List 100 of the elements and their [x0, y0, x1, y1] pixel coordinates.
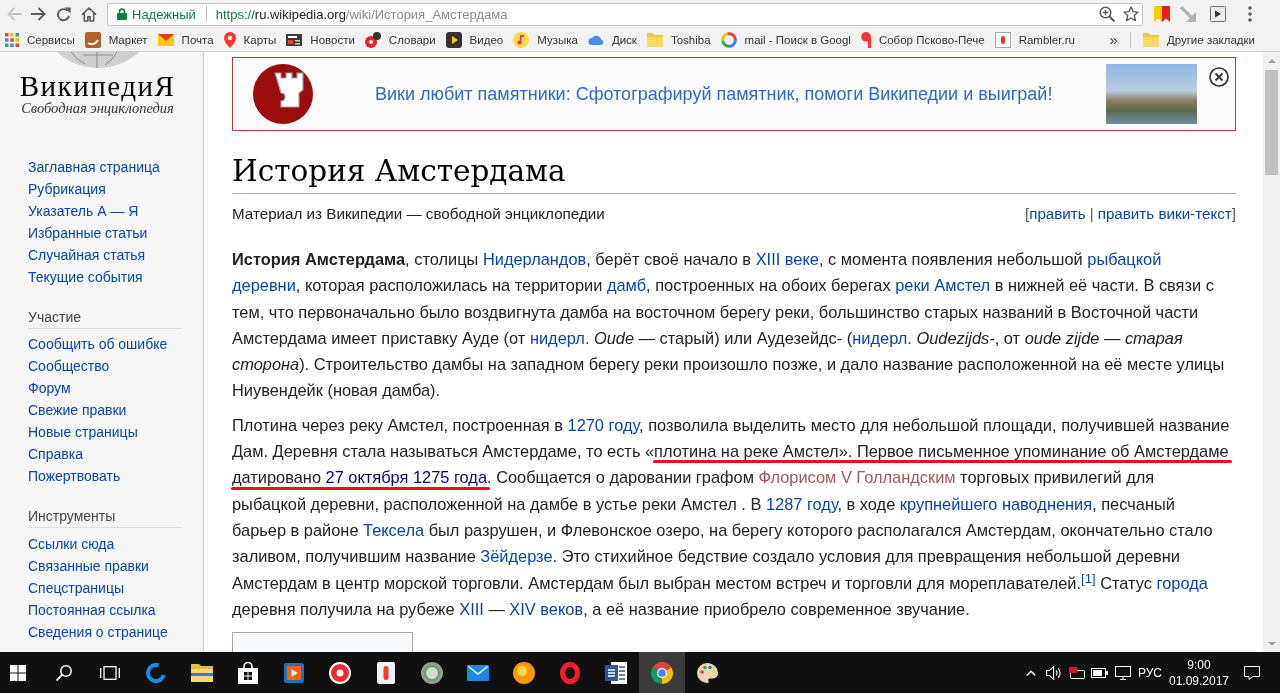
- close-icon[interactable]: [1209, 67, 1229, 87]
- sidebar-link[interactable]: Избранные статьи: [28, 222, 148, 244]
- home-icon: [80, 6, 97, 22]
- menu-icon[interactable]: [1248, 6, 1252, 22]
- windows-logo-icon: [10, 664, 26, 681]
- bookmarks-overflow-button[interactable]: »: [1103, 28, 1124, 51]
- article-link[interactable]: XIV веков: [509, 599, 584, 618]
- search-icon: [56, 664, 72, 681]
- sidebar-link[interactable]: Пожертвовать: [28, 465, 121, 487]
- article-link[interactable]: Флорисом V Голландским: [758, 468, 956, 487]
- article-link[interactable]: дамб: [606, 276, 647, 295]
- bookmark-item[interactable]: Новости: [281, 28, 360, 51]
- close-bracket: ]: [1231, 204, 1236, 224]
- bookmark-folder[interactable]: Другие закладки: [1137, 28, 1260, 51]
- sidebar-link[interactable]: Свежие правки: [28, 399, 127, 421]
- article-link[interactable]: нидерл.: [852, 328, 912, 347]
- sidebar-link[interactable]: Форум: [28, 377, 71, 399]
- sidebar-link[interactable]: Спецстраницы: [28, 577, 124, 599]
- bookmark-item[interactable]: Карты: [218, 28, 282, 51]
- round-browser-icon: [651, 661, 673, 684]
- browser-icon: [146, 662, 166, 683]
- envelope-icon: [467, 664, 489, 681]
- article-link[interactable]: XIII: [459, 599, 484, 618]
- task-view-icon: [100, 665, 120, 680]
- banner-link[interactable]: Вики любит памятники: Сфотографируй памятник, помоги Википедии и выиграй!: [375, 83, 1053, 105]
- palette-icon: [697, 662, 719, 683]
- article-link[interactable]: города: [1156, 573, 1208, 592]
- bookmark-item[interactable]: Маркет: [79, 28, 153, 51]
- site-favicon-icon: [994, 31, 1011, 48]
- taskbar-app-button[interactable]: [639, 652, 685, 693]
- article-link[interactable]: реки Амстел: [895, 276, 991, 295]
- document-app-icon: [605, 661, 627, 684]
- star-icon[interactable]: [1123, 6, 1139, 22]
- address-field[interactable]: Надежный https://ru.wikipedia.org/wiki/История_Амстердама: [107, 2, 1143, 26]
- edit-link[interactable]: править: [1029, 203, 1086, 225]
- bookmark-item[interactable]: Музыка: [508, 28, 583, 51]
- sun-app-icon: [513, 661, 535, 684]
- language-indicator[interactable]: РУС: [1134, 652, 1166, 693]
- sidebar-link[interactable]: Связанные правки: [28, 555, 149, 577]
- page-title: История Амстердама: [232, 151, 1236, 194]
- tile-favicon-icon: [84, 31, 101, 48]
- sidebar-link[interactable]: Новые страницы: [28, 421, 138, 443]
- ring-logo-icon: [720, 31, 737, 48]
- shopping-bag-icon: [238, 661, 258, 684]
- monitor-icon[interactable]: [1114, 665, 1131, 680]
- bookmark-item[interactable]: Почта: [152, 28, 219, 51]
- page-subtitle: Материал из Википедии — свободной энциклопедии: [232, 204, 605, 224]
- bookmark-item[interactable]: Сервисы: [0, 28, 80, 51]
- speaker-icon[interactable]: [1045, 665, 1062, 680]
- sidebar-link[interactable]: Текущие события: [28, 266, 143, 288]
- sidebar-link[interactable]: Указатель А — Я: [28, 200, 139, 222]
- bookmark-item[interactable]: Видео: [440, 28, 509, 51]
- article-link[interactable]: деревни: [232, 276, 296, 295]
- media-player-icon: [284, 662, 304, 683]
- article-link[interactable]: Нидерландов: [482, 250, 587, 268]
- sidebar-link[interactable]: Рубрикация: [28, 178, 106, 200]
- scrollbar-track[interactable]: [1263, 52, 1280, 652]
- article-link[interactable]: Зёйдерзе: [480, 547, 553, 566]
- folder-icon: [191, 663, 213, 682]
- bookmark-item[interactable]: Собор Псково-Пече: [855, 28, 990, 51]
- notification-icon[interactable]: [1244, 665, 1260, 680]
- ribbon-extension-icon[interactable]: [1154, 6, 1170, 22]
- bookmark-item[interactable]: mail - Поиск в Googl: [715, 28, 856, 51]
- article-paragraph: Плотина через реку Амстел, построенная в 1270 году, позволила выделить место для небольшой площади, получившей название Дам. Деревня стала называться Амстердаме, то есть «плотина на реке Амстел». Первое письменное упоминание об Амстердаме датировано 27 октября 1275 года. Сообщается о даровании графом Флорисом V Голландским торговых привилегий для рыбацкой деревни, расположенной на дамбе в устье реки Амстел . В 1287 году, в ходе крупнейшего наводнения, песчаный барьер в районе Тексела был разрушен, и Флевонское озеро, на берегу которого располагался Амстердам, окончательно стало заливом, получившим название Зёйдерзе. Это стихийное бедствие создало условия для превращения небольшой деревни Амстердам в центр морской торговли. Амстердам был выбран местом встреч и торговли для мореплавателей.$^{[1]}$ Статус города деревня получила на рубеже XIII — XIV веков, а её название приобрело современное звучание.: [232, 414, 1233, 620]
- scrollbar-thumb[interactable]: [1265, 70, 1278, 175]
- bookmark-item[interactable]: Словари: [359, 28, 441, 51]
- sidebar-link[interactable]: Сообщество: [28, 355, 110, 377]
- puzzle-logo-icon: [253, 64, 313, 124]
- site-wordmark[interactable]: ВикипедиЯ: [19, 72, 176, 100]
- extension-box-icon[interactable]: [1210, 6, 1226, 22]
- sidebar-link[interactable]: Сведения о странице: [28, 621, 168, 643]
- bookmark-item[interactable]: Toshiba: [641, 28, 716, 51]
- play-tile-icon: [445, 31, 462, 48]
- sidebar-link[interactable]: Ссылки сюда: [28, 533, 115, 555]
- footnote-link[interactable]: [1]: [1081, 570, 1096, 586]
- apps-grid-icon: [5, 32, 19, 47]
- sidebar-link[interactable]: Постоянная ссылка: [28, 599, 156, 621]
- site-favicon-icon: [860, 31, 871, 48]
- sidebar-link[interactable]: Случайная статья: [28, 244, 146, 266]
- open-bracket: [: [1024, 204, 1030, 224]
- sidebar-link[interactable]: Сообщить об ошибке: [28, 333, 168, 355]
- sidebar-link[interactable]: Справка: [28, 443, 83, 465]
- article-link[interactable]: нидерл.: [529, 328, 590, 347]
- folder-icon: [1142, 32, 1159, 47]
- article-link[interactable]: крупнейшего наводнения: [899, 494, 1093, 513]
- article-link[interactable]: Тексела: [363, 520, 425, 539]
- article-link[interactable]: XIII веке: [755, 250, 819, 268]
- article-link[interactable]: 1287 году: [765, 494, 838, 513]
- edit-link[interactable]: править вики-текст: [1097, 203, 1232, 225]
- bookmark-item[interactable]: Диск: [582, 28, 642, 51]
- app-tile-icon: [377, 661, 395, 684]
- sidebar-link[interactable]: Заглавная страница: [28, 156, 160, 178]
- cloud-icon: [587, 34, 604, 45]
- zoom-in-icon[interactable]: [1099, 6, 1115, 22]
- newspaper-icon: [286, 33, 303, 46]
- article-link[interactable]: рыбацкой: [1087, 250, 1162, 268]
- device-icon[interactable]: [1068, 666, 1085, 679]
- bookmark-item[interactable]: Rambler.ru: [989, 28, 1080, 51]
- chevron-up-icon[interactable]: [1025, 669, 1036, 676]
- battery-icon[interactable]: [1091, 667, 1108, 678]
